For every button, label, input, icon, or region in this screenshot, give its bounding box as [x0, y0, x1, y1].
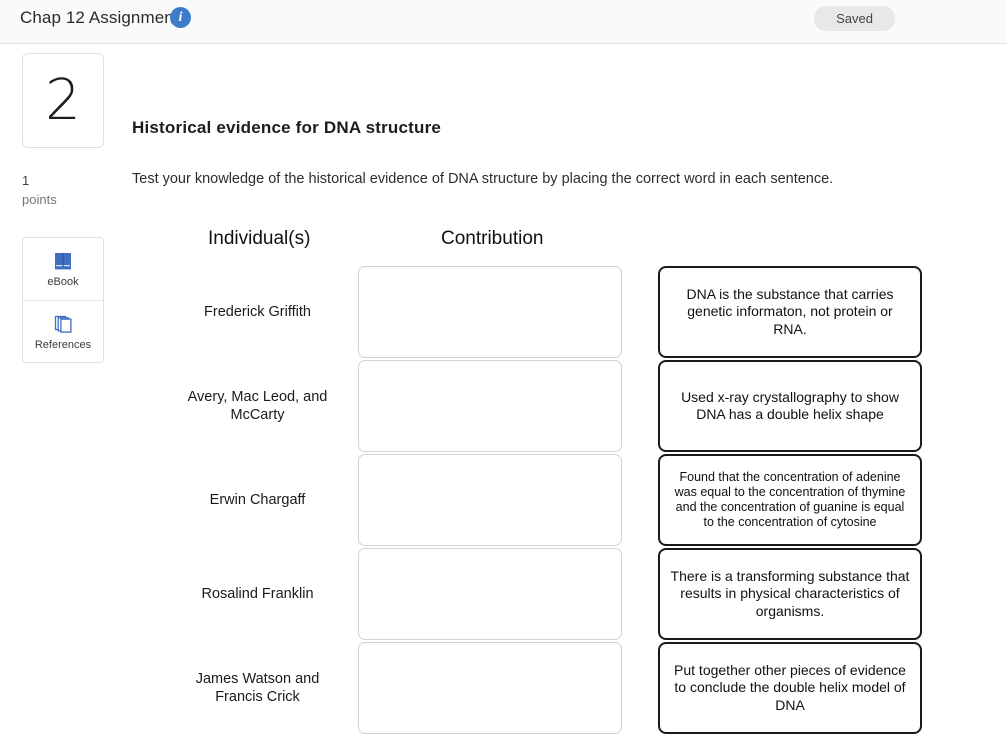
individual-label: Rosalind Franklin [201, 585, 314, 602]
ebook-label: eBook [47, 276, 79, 288]
individual-label: James Watson and Francis Crick [195, 670, 320, 705]
answer-card[interactable]: There is a transforming substance that r… [658, 548, 922, 640]
status-badge-saved: Saved [814, 6, 895, 31]
answer-card[interactable]: DNA is the substance that carries geneti… [658, 266, 922, 358]
dropzone-slot[interactable] [358, 266, 622, 358]
individual-label: Erwin Chargaff [209, 491, 306, 508]
dropzone-slot[interactable] [358, 454, 622, 546]
column-header-individuals: Individual(s) [208, 228, 311, 249]
individual-label: Frederick Griffith [204, 303, 311, 320]
dropzone-slot[interactable] [358, 548, 622, 640]
top-bar: Chap 12 Assignment i Saved [0, 0, 1007, 44]
column-header-contribution: Contribution [441, 228, 544, 249]
question-number-card: 2 [22, 53, 104, 148]
question-instructions: Test your knowledge of the historical ev… [132, 171, 834, 187]
dropzone-slot[interactable] [358, 360, 622, 452]
assignment-title: Chap 12 Assignment [20, 8, 179, 27]
pages-stack-icon [52, 313, 74, 335]
dropzone-slot[interactable] [358, 642, 622, 734]
info-icon[interactable]: i [170, 7, 191, 28]
references-button[interactable]: References [23, 300, 103, 362]
answer-card[interactable]: Put together other pieces of evidence to… [658, 642, 922, 734]
points-label: points [22, 192, 57, 207]
ebook-button[interactable]: eBook [23, 238, 103, 300]
individual-label: Avery, Mac Leod, and McCarty [187, 388, 328, 423]
book-icon [52, 250, 74, 272]
references-label: References [34, 338, 92, 351]
answer-card[interactable]: Used x-ray crystallography to show DNA h… [658, 360, 922, 452]
answer-card[interactable]: Found that the concentration of adenine … [658, 454, 922, 546]
tool-rail: eBook References [22, 237, 104, 363]
points-value: 1 [22, 173, 30, 188]
question-number: 2 [45, 67, 81, 133]
page-title: Historical evidence for DNA structure [132, 118, 442, 137]
